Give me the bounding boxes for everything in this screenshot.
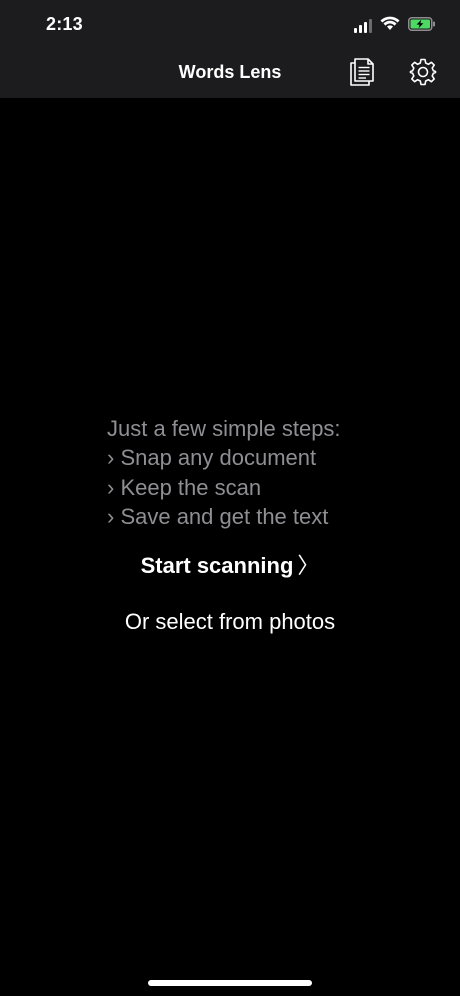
select-from-photos-button[interactable]: Or select from photos: [0, 609, 460, 635]
step-snap: › Snap any document: [107, 445, 317, 471]
app-title: Words Lens: [178, 62, 282, 82]
status-icons: [354, 16, 436, 36]
start-scanning-button[interactable]: Start scanning 〉: [0, 548, 460, 580]
chevron-right-icon: 〉: [297, 553, 320, 578]
gear-icon: [409, 58, 437, 91]
step-keep: › Keep the scan: [107, 474, 262, 500]
status-bar: 2:13: [0, 0, 460, 50]
battery-charging-icon: [408, 16, 436, 36]
documents-button[interactable]: [346, 57, 378, 91]
wifi-icon: [380, 16, 400, 36]
start-scanning-label: Start scanning: [140, 553, 294, 578]
instructions-intro: Just a few simple steps:: [107, 416, 341, 441]
instructions: Just a few simple steps: › Snap any docu…: [107, 414, 341, 531]
navigation-bar: Words Lens: [0, 50, 460, 98]
cellular-signal-icon: [354, 19, 372, 33]
settings-button[interactable]: [407, 58, 439, 90]
status-time: 2:13: [46, 14, 83, 34]
documents-icon: [349, 57, 375, 91]
step-save: › Save and get the text: [107, 503, 329, 529]
home-indicator[interactable]: [148, 980, 312, 986]
